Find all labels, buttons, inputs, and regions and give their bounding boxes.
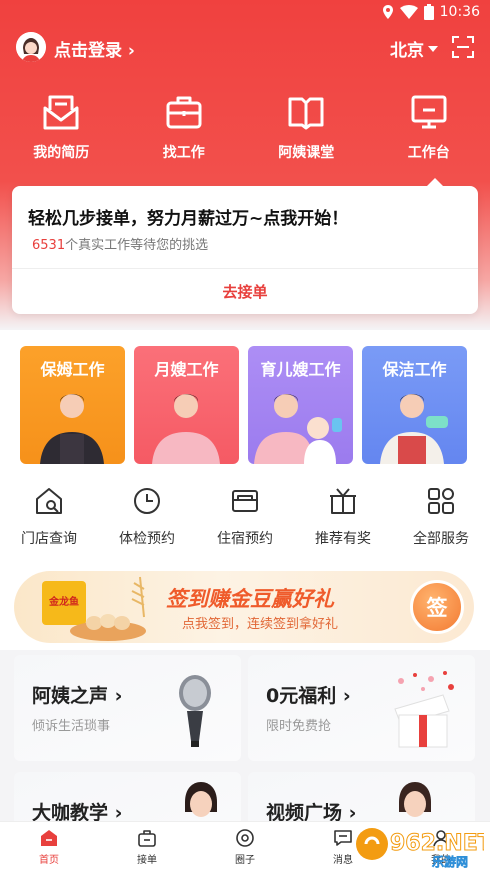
quick-nav-workbench[interactable]: 工作台 [368, 92, 490, 172]
microphone-icon [179, 675, 211, 747]
top-bar: 点击登录 › 北京 [0, 30, 490, 66]
tab-orders[interactable]: 接单 [98, 822, 196, 871]
chevron-right-icon: › [114, 685, 123, 707]
job-categories: 保姆工作 月嫂工作 育儿嫂工作 保洁工作 [20, 346, 470, 466]
message-icon [334, 830, 352, 846]
caret-down-icon [428, 45, 438, 52]
service-label: 推荐有奖 [315, 531, 371, 547]
feature-voice[interactable]: 阿姨之声 › 倾诉生活琐事 [14, 655, 241, 761]
promo-sub-suffix: 个真实工作等待您的挑选 [65, 238, 209, 253]
job-card-childcare[interactable]: 育儿嫂工作 [248, 346, 353, 464]
job-card-cleaning[interactable]: 保洁工作 [362, 346, 467, 464]
feature-subtitle: 限时免费抢 [266, 719, 332, 734]
tab-label: 首页 [39, 855, 59, 866]
gift-icon [330, 488, 356, 514]
promo-card[interactable]: 轻松几步接单，努力月薪过万~点我开始！ 6531个真实工作等待您的挑选 去接单 [12, 178, 478, 314]
book-icon [288, 97, 324, 130]
workbench-icon [411, 95, 447, 129]
worker-illustration [380, 394, 448, 464]
card-notch [427, 178, 443, 186]
banner-title: 签到赚金豆赢好礼 [166, 587, 334, 611]
worker-illustration [40, 394, 104, 464]
clock-icon [134, 488, 160, 514]
watermark-sub: 乐游网 [432, 854, 468, 868]
login-label: 点击登录 [54, 41, 122, 61]
scan-icon[interactable] [452, 36, 474, 58]
tab-home[interactable]: 首页 [0, 822, 98, 871]
quick-nav: 我的简历 找工作 阿姨课堂 工作台 [0, 92, 490, 172]
chevron-right-icon: › [127, 41, 135, 61]
promo-title: 轻松几步接单，努力月薪过万~点我开始！ [28, 209, 349, 229]
quick-nav-resume[interactable]: 我的简历 [0, 92, 123, 172]
tab-label: 接单 [137, 855, 157, 866]
quick-nav-classroom[interactable]: 阿姨课堂 [245, 92, 368, 172]
order-icon [138, 830, 156, 847]
checkin-button[interactable]: 签 [410, 580, 464, 634]
quick-nav-label: 我的简历 [33, 145, 90, 161]
location-icon [382, 5, 393, 19]
job-label: 育儿嫂工作 [260, 360, 341, 379]
job-card-maternity[interactable]: 月嫂工作 [134, 346, 239, 464]
tab-label: 圈子 [235, 855, 255, 866]
status-bar: 10:36 [0, 0, 490, 26]
feature-title: 阿姨之声 › [32, 685, 123, 707]
feature-subtitle: 倾诉生活琐事 [32, 719, 111, 734]
service-all[interactable]: 全部服务 [392, 486, 490, 556]
worker-illustration [152, 394, 220, 464]
service-label: 全部服务 [413, 531, 469, 547]
quick-nav-find-job[interactable]: 找工作 [123, 92, 246, 172]
job-label: 月嫂工作 [154, 360, 219, 379]
tab-label: 消息 [333, 855, 353, 866]
briefcase-icon [166, 96, 202, 129]
status-time: 10:36 [439, 4, 480, 20]
bed-icon [232, 490, 258, 512]
store-search-icon [36, 488, 62, 514]
promo-subtitle: 6531个真实工作等待您的挑选 [32, 234, 208, 253]
quick-nav-label: 阿姨课堂 [278, 145, 335, 161]
site-watermark: 962.NET 乐游网 [356, 828, 484, 868]
service-lodging[interactable]: 住宿预约 [196, 486, 294, 556]
presenter-avatar [399, 782, 431, 817]
wifi-icon [399, 5, 418, 19]
job-label: 保姆工作 [40, 360, 105, 379]
service-label: 体检预约 [119, 531, 175, 547]
gift-box-icon [394, 671, 454, 748]
product-label: 金龙鱼 [48, 595, 79, 608]
city-label: 北京 [390, 41, 424, 61]
banner-subtitle: 点我签到，连续签到拿好礼 [182, 617, 339, 632]
service-store-search[interactable]: 门店查询 [0, 486, 98, 556]
quick-nav-label: 找工作 [162, 145, 205, 161]
login-link[interactable]: 点击登录 › [54, 36, 135, 61]
take-order-button[interactable]: 去接单 [12, 269, 478, 314]
services-row: 门店查询 体检预约 住宿预约 推荐有奖 全部服务 [0, 486, 490, 556]
feature-welfare[interactable]: 0元福利 › 限时免费抢 [248, 655, 475, 761]
service-label: 门店查询 [21, 531, 77, 547]
home-icon [41, 830, 57, 846]
feature-title: 0元福利 › [266, 685, 351, 707]
job-count: 6531 [32, 238, 66, 253]
chevron-right-icon: › [342, 685, 351, 707]
checkin-banner[interactable]: 金龙鱼 签到赚金豆赢好礼 点我签到，连续签到拿好礼 签 [14, 571, 474, 643]
teacher-avatar [185, 782, 217, 817]
avatar[interactable] [16, 32, 46, 62]
quick-nav-label: 工作台 [407, 145, 450, 161]
worker-illustration [254, 394, 342, 464]
service-label: 住宿预约 [217, 531, 273, 547]
grid-icon [428, 488, 454, 514]
job-label: 保洁工作 [382, 360, 447, 379]
battery-icon [423, 4, 434, 20]
service-health-check[interactable]: 体检预约 [98, 486, 196, 556]
circle-icon [236, 829, 254, 847]
tab-circle[interactable]: 圈子 [196, 822, 294, 871]
resume-icon [43, 95, 79, 130]
watermark-brand: 962.NET [390, 831, 484, 856]
job-card-nanny[interactable]: 保姆工作 [20, 346, 125, 464]
product-illustration: 金龙鱼 [42, 576, 146, 641]
city-selector[interactable]: 北京 [390, 36, 438, 61]
service-referral[interactable]: 推荐有奖 [294, 486, 392, 556]
